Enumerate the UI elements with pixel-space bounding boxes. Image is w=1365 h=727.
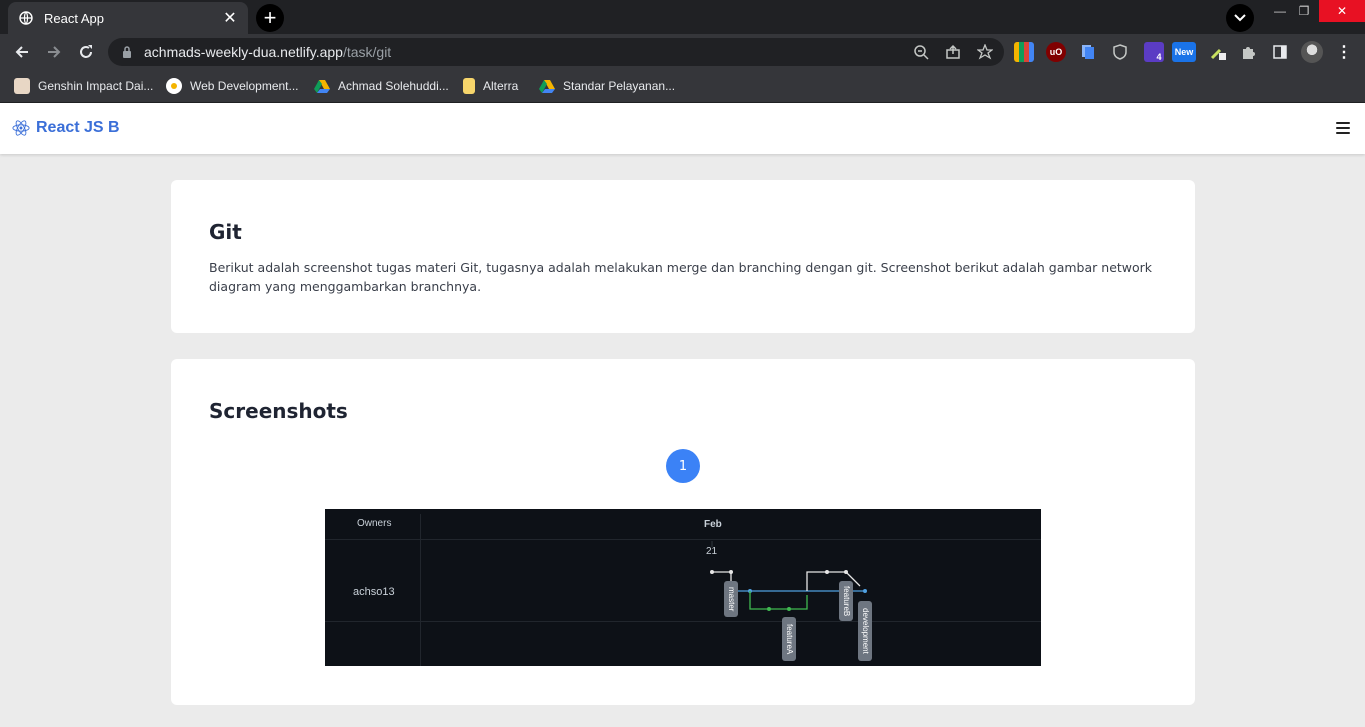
bookmark-label: Web Development... (190, 79, 299, 93)
extension-colorful-icon[interactable] (1014, 42, 1034, 62)
window-close-button[interactable]: ✕ (1319, 0, 1365, 22)
brand-link[interactable]: React JS B (12, 119, 120, 137)
folder-icon (463, 78, 475, 94)
bookmark-item[interactable]: Alterra (463, 77, 518, 95)
ublock-icon[interactable]: uO (1046, 42, 1066, 62)
back-button[interactable] (10, 40, 34, 64)
extension-pen-icon[interactable] (1208, 42, 1228, 62)
extension-docs-icon[interactable] (1078, 42, 1098, 62)
side-panel-icon[interactable] (1270, 42, 1290, 62)
branch-network-graph (710, 541, 867, 611)
app-navbar: React JS B (0, 103, 1365, 154)
hamburger-menu-icon[interactable] (1336, 122, 1350, 134)
branch-tag-development: development (858, 601, 872, 661)
git-title: Git (209, 220, 242, 244)
branch-tag-master: master (724, 581, 738, 617)
forward-button[interactable] (42, 40, 66, 64)
genshin-icon (14, 78, 30, 94)
extension-badge-icon[interactable]: 4 (1144, 42, 1164, 62)
lock-icon (120, 45, 134, 59)
git-card: Git Berikut adalah screenshot tugas mate… (171, 180, 1195, 333)
react-logo-icon (12, 120, 30, 136)
menu-kebab-icon[interactable]: ⋮ (1334, 42, 1354, 62)
screenshots-title: Screenshots (209, 399, 348, 423)
git-description: Berikut adalah screenshot tugas materi G… (209, 260, 1153, 294)
bookmark-label: Genshin Impact Dai... (38, 79, 154, 93)
web-dev-icon (166, 78, 182, 94)
bookmark-item[interactable]: Achmad Solehuddi... (314, 77, 449, 95)
browser-tabstrip: React App ✕ + — ❐ ✕ (0, 0, 1365, 34)
google-drive-icon (314, 78, 330, 94)
bookmark-item[interactable]: Web Development... (166, 77, 299, 95)
extension-new-icon[interactable]: New (1172, 42, 1196, 62)
address-bar[interactable]: achmads-weekly-dua.netlify.app/task/git (108, 38, 1004, 66)
bookmark-star-icon[interactable] (976, 43, 994, 61)
brand-name: React JS B (36, 119, 120, 136)
new-tab-button[interactable]: + (256, 4, 284, 32)
bookmarks-bar: Genshin Impact Dai... Web Development...… (0, 70, 1365, 103)
url-path: /task/git (342, 44, 392, 60)
browser-tab[interactable]: React App ✕ (8, 2, 248, 34)
close-tab-icon[interactable]: ✕ (222, 10, 238, 27)
extensions-puzzle-icon[interactable] (1238, 42, 1258, 62)
tab-title: React App (44, 10, 104, 26)
page-button[interactable]: 1 (666, 449, 700, 483)
browser-toolbar: achmads-weekly-dua.netlify.app/task/git … (0, 34, 1365, 70)
zoom-icon[interactable] (912, 43, 930, 61)
network-graph-screenshot: Owners Feb 21 achso13 master featureA fe… (325, 509, 1041, 666)
screenshots-card: Screenshots 1 Owners Feb 21 achso13 mast… (171, 359, 1195, 705)
globe-icon (18, 10, 34, 26)
extension-new-badge: New (1174, 47, 1194, 57)
url-host: achmads-weekly-dua.netlify.app (144, 44, 343, 60)
reload-button[interactable] (74, 40, 98, 64)
google-drive-icon (539, 78, 555, 94)
profile-avatar[interactable] (1301, 41, 1323, 63)
tab-search-button[interactable] (1226, 4, 1254, 32)
shield-icon[interactable] (1110, 42, 1130, 62)
bookmark-item[interactable]: Standar Pelayanan... (539, 77, 675, 95)
bookmark-label: Achmad Solehuddi... (338, 79, 449, 93)
bookmark-label: Alterra (483, 79, 519, 93)
bookmark-item[interactable]: Genshin Impact Dai... (14, 77, 153, 95)
branch-tag-featureA: featureA (782, 617, 796, 661)
branch-tag-featureB: featureB (839, 581, 853, 621)
share-icon[interactable] (944, 43, 962, 61)
extension-badge-count: 4 (1156, 52, 1162, 62)
bookmark-label: Standar Pelayanan... (563, 79, 676, 93)
